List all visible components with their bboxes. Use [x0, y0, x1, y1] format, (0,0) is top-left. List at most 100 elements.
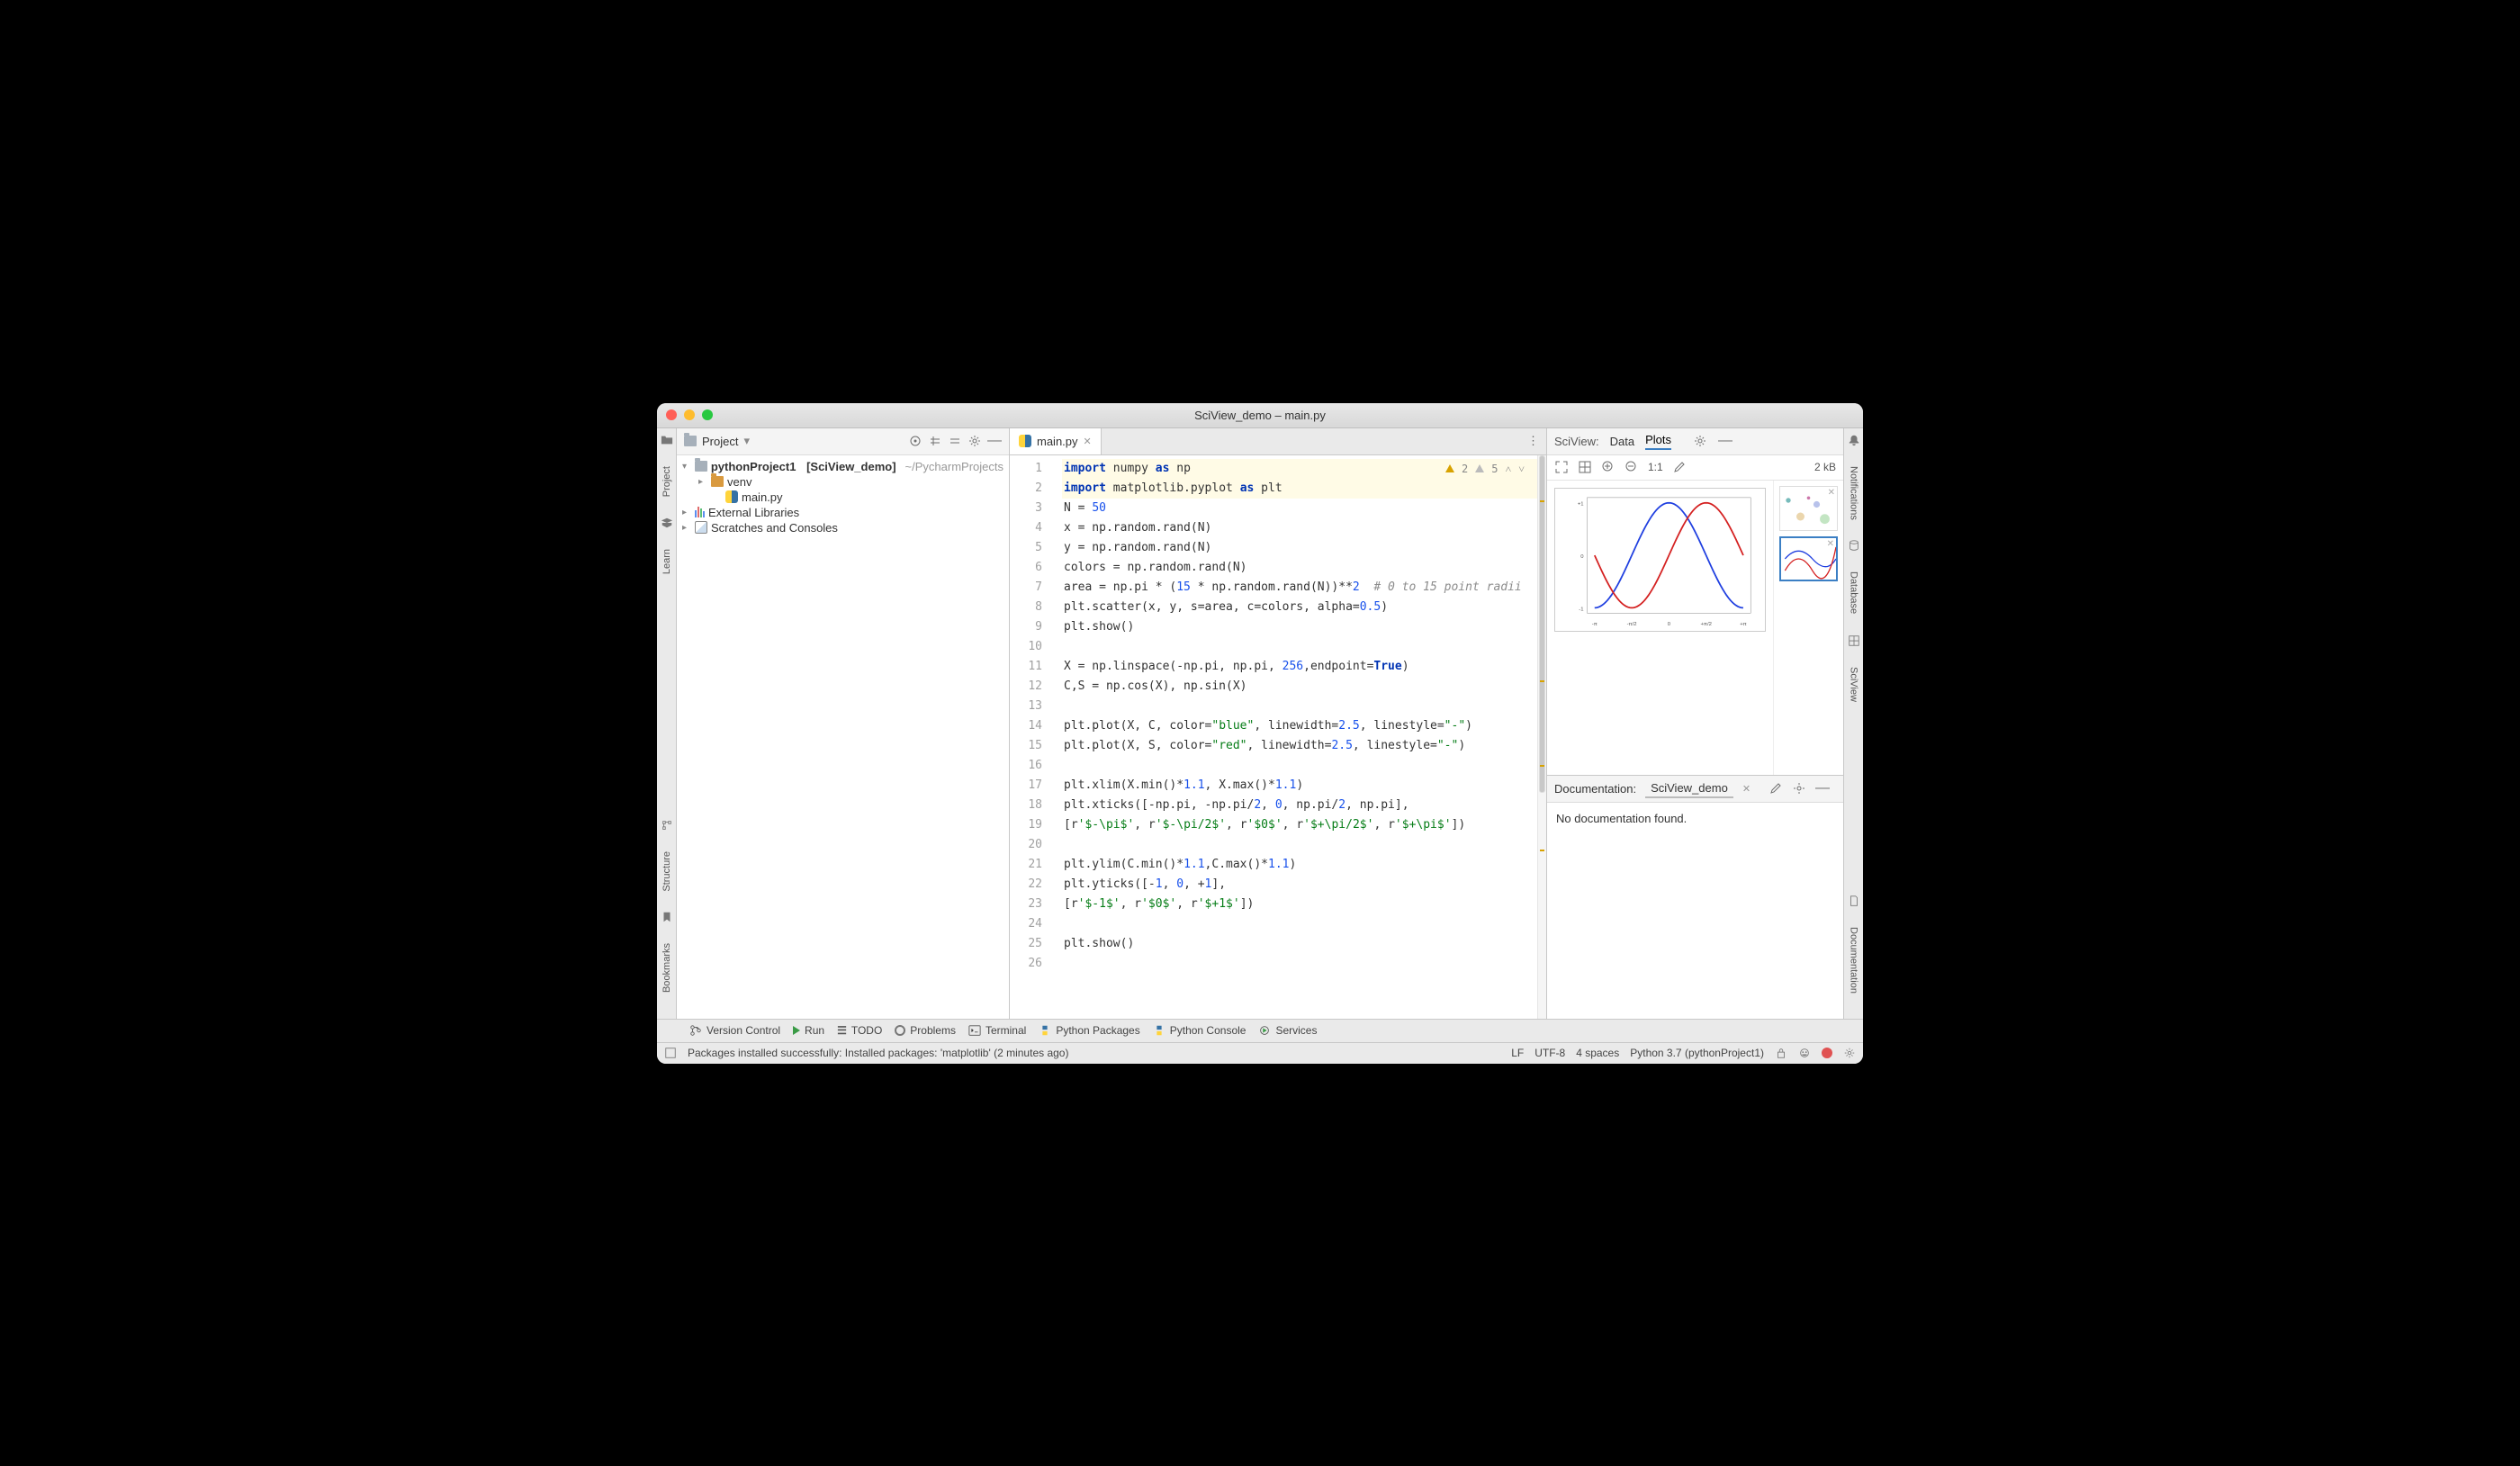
tab-more-icon[interactable]: ⋮	[1520, 428, 1546, 454]
tool-python-console[interactable]: Python Console	[1153, 1024, 1246, 1037]
folder-icon	[661, 434, 673, 446]
inspector-icon[interactable]	[1798, 1047, 1811, 1059]
settings-gear-icon[interactable]	[1843, 1047, 1856, 1059]
scratches-consoles[interactable]: ▸ Scratches and Consoles	[677, 520, 1009, 535]
project-tree: ▾ pythonProject1 [SciView_demo] ~/Pychar…	[677, 455, 1009, 539]
error-indicator-icon[interactable]	[1822, 1048, 1832, 1058]
line-gutter: 1234567891011121314151617181920212223242…	[1010, 455, 1055, 1019]
titlebar: SciView_demo – main.py	[657, 403, 1863, 428]
expand-all-icon[interactable]	[928, 434, 942, 448]
close-icon[interactable]: ✕	[1828, 488, 1835, 498]
library-icon	[695, 507, 705, 517]
external-libraries[interactable]: ▸ External Libraries	[677, 505, 1009, 520]
locate-icon[interactable]	[908, 434, 922, 448]
plot-thumbnail-1[interactable]: ✕	[1779, 486, 1838, 531]
sciview-toolbar: 1:1 2 kB	[1547, 455, 1843, 481]
statusbar-toggle-icon[interactable]	[664, 1047, 677, 1059]
zoom-ratio[interactable]: 1:1	[1648, 461, 1663, 473]
svg-text:-π: -π	[1592, 622, 1598, 627]
sciview-label: SciView:	[1554, 435, 1599, 448]
sciview-tab-plots[interactable]: Plots	[1645, 433, 1671, 450]
close-window-button[interactable]	[666, 409, 677, 420]
status-message: Packages installed successfully: Install…	[688, 1047, 1500, 1059]
plot-thumbnails: ✕ ✕	[1773, 481, 1843, 775]
gear-icon[interactable]	[968, 434, 982, 448]
tool-learn[interactable]: Learn	[662, 545, 672, 578]
editor-area: main.py ✕ ⋮ 1234567891011121314151617181…	[1010, 428, 1546, 1019]
left-tool-strip: Project Learn Structure Bookmarks	[657, 428, 677, 1019]
code-content[interactable]: import numpy as npimport matplotlib.pypl…	[1055, 455, 1537, 1019]
tool-services[interactable]: Services	[1258, 1024, 1317, 1037]
folder-icon	[684, 436, 697, 446]
svg-text:-1: -1	[1579, 607, 1583, 612]
tool-version-control[interactable]: Version Control	[689, 1024, 780, 1037]
tool-database[interactable]: Database	[1849, 568, 1859, 617]
editor-tab-main[interactable]: main.py ✕	[1010, 428, 1102, 454]
edit-icon[interactable]	[1672, 460, 1687, 474]
tool-problems[interactable]: Problems	[895, 1024, 956, 1037]
lock-icon[interactable]	[1775, 1047, 1787, 1059]
plot-size: 2 kB	[1814, 461, 1836, 473]
tool-python-packages[interactable]: Python Packages	[1039, 1024, 1139, 1037]
editor-inspection-status[interactable]: 2 5 ˄˅	[1445, 459, 1525, 479]
python-file-icon	[725, 490, 738, 503]
gear-icon[interactable]	[1792, 781, 1806, 796]
window-title: SciView_demo – main.py	[657, 409, 1863, 422]
project-pane-title[interactable]: Project	[702, 435, 738, 448]
editor-tabbar: main.py ✕ ⋮	[1010, 428, 1546, 455]
documentation-pane: Documentation: SciView_demo ✕ — No docum…	[1547, 775, 1843, 1019]
minimize-window-button[interactable]	[684, 409, 695, 420]
tool-run[interactable]: Run	[793, 1024, 824, 1037]
zoom-in-icon[interactable]	[1601, 460, 1616, 474]
right-tool-strip: Notifications Database SciView Documenta…	[1843, 428, 1863, 1019]
hide-icon[interactable]: —	[1718, 433, 1732, 449]
gear-icon[interactable]	[1693, 434, 1707, 448]
file-main-py[interactable]: main.py	[677, 490, 1009, 505]
grid-icon[interactable]	[1578, 460, 1592, 474]
bottom-tool-bar: Version Control Run ☰TODO Problems Termi…	[657, 1019, 1863, 1042]
status-line-separator[interactable]: LF	[1511, 1047, 1524, 1059]
fit-icon[interactable]	[1554, 460, 1569, 474]
sciview-tool-window: SciView: Data Plots — 1:1 2 kB -10+1-π-π…	[1546, 428, 1843, 1019]
project-tool-window: Project ▾ — ▾ pythonProject1 [SciView_de…	[677, 428, 1010, 1019]
status-indent[interactable]: 4 spaces	[1576, 1047, 1619, 1059]
hide-icon[interactable]: —	[987, 433, 1002, 449]
zoom-out-icon[interactable]	[1624, 460, 1639, 474]
tool-todo[interactable]: ☰TODO	[837, 1024, 882, 1037]
hide-icon[interactable]: —	[1815, 780, 1830, 796]
python-file-icon	[1019, 435, 1031, 447]
ide-window: SciView_demo – main.py Project Learn Str…	[657, 403, 1863, 1064]
code-editor[interactable]: 1234567891011121314151617181920212223242…	[1010, 455, 1546, 1019]
learn-icon	[661, 517, 673, 529]
close-icon[interactable]: ✕	[1827, 539, 1834, 549]
weak-warning-icon	[1475, 464, 1484, 472]
tool-project[interactable]: Project	[662, 463, 672, 500]
tool-terminal[interactable]: Terminal	[968, 1024, 1026, 1037]
status-encoding[interactable]: UTF-8	[1534, 1047, 1565, 1059]
maximize-window-button[interactable]	[702, 409, 713, 420]
collapse-all-icon[interactable]	[948, 434, 962, 448]
documentation-body: No documentation found.	[1547, 803, 1843, 1019]
editor-scrollbar[interactable]	[1537, 455, 1546, 1019]
status-interpreter[interactable]: Python 3.7 (pythonProject1)	[1630, 1047, 1764, 1059]
edit-icon[interactable]	[1768, 781, 1783, 796]
tool-notifications[interactable]: Notifications	[1849, 463, 1859, 524]
tool-sciview[interactable]: SciView	[1849, 663, 1859, 706]
svg-text:+π: +π	[1740, 622, 1747, 627]
tool-bookmarks[interactable]: Bookmarks	[662, 940, 672, 996]
venv-folder[interactable]: ▸ venv	[677, 474, 1009, 490]
svg-text:0: 0	[1668, 622, 1671, 627]
svg-text:+1: +1	[1578, 501, 1584, 507]
sciview-tab-data[interactable]: Data	[1610, 435, 1634, 448]
database-icon	[1848, 539, 1860, 552]
tool-structure[interactable]: Structure	[662, 848, 672, 895]
documentation-project[interactable]: SciView_demo	[1645, 779, 1733, 798]
problems-icon	[895, 1025, 905, 1036]
plot-thumbnail-2[interactable]: ✕	[1779, 536, 1838, 581]
project-root[interactable]: ▾ pythonProject1 [SciView_demo] ~/Pychar…	[677, 459, 1009, 474]
tool-documentation[interactable]: Documentation	[1849, 923, 1859, 997]
project-pane-header: Project ▾ —	[677, 428, 1009, 455]
plot-preview[interactable]: -10+1-π-π/20+π/2+π	[1547, 481, 1773, 775]
play-icon	[793, 1026, 800, 1035]
close-tab-icon[interactable]: ✕	[1084, 436, 1092, 447]
